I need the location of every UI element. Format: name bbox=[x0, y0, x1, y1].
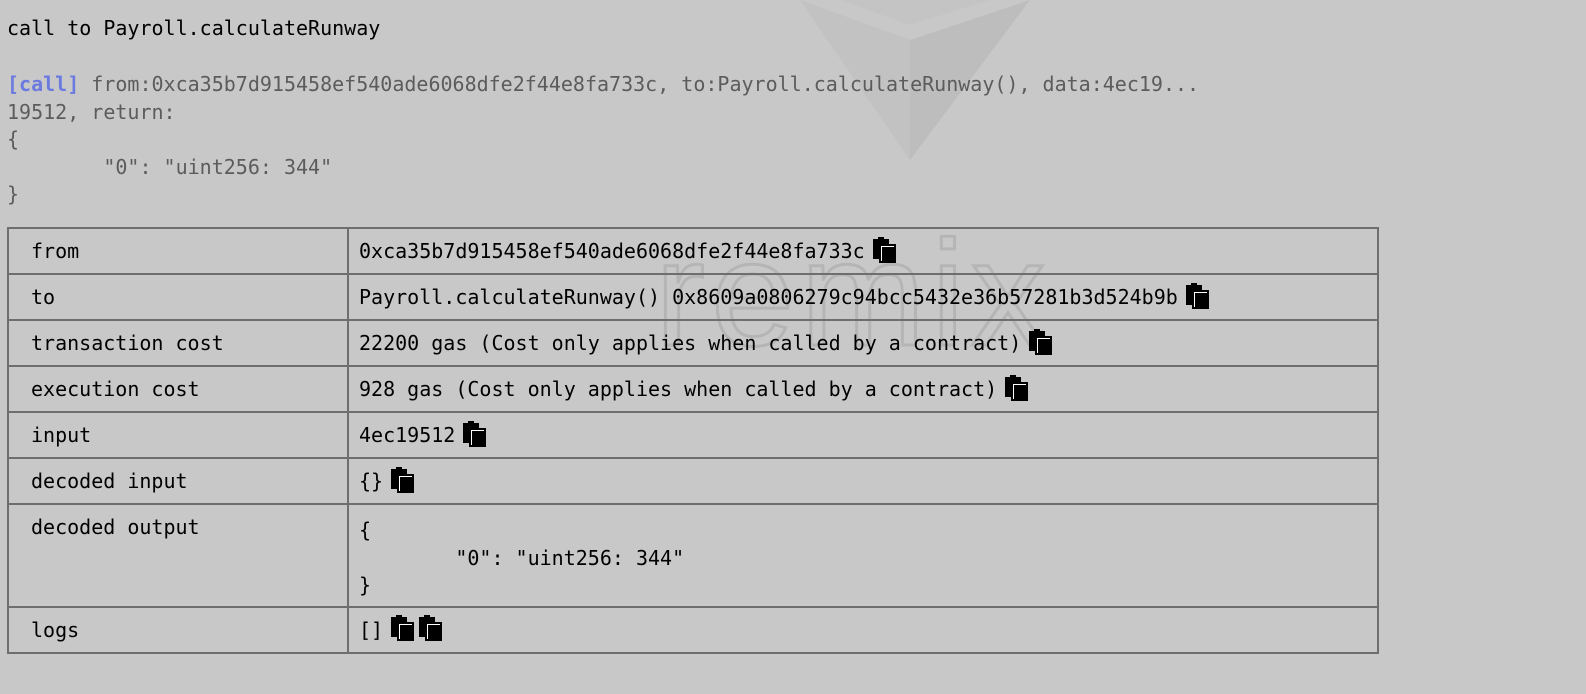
table-row: input 4ec19512 bbox=[7, 411, 1379, 459]
row-key-execution-cost: execution cost bbox=[7, 365, 349, 413]
transaction-cost-value: 22200 gas (Cost only applies when called… bbox=[359, 331, 1022, 355]
call-log-line3: { bbox=[7, 127, 20, 151]
row-value-decoded-output: { "0": "uint256: 344" } bbox=[347, 503, 1379, 608]
row-key-decoded-input: decoded input bbox=[7, 457, 349, 505]
clipboard-copy-icon[interactable] bbox=[1003, 374, 1029, 401]
table-row: to Payroll.calculateRunway() 0x8609a0806… bbox=[7, 273, 1379, 321]
row-key-from: from bbox=[7, 227, 349, 275]
clipboard-copy-icon[interactable] bbox=[389, 466, 415, 493]
clipboard-copy-icon[interactable] bbox=[871, 236, 897, 263]
clipboard-copy-icon[interactable] bbox=[389, 615, 415, 641]
transaction-details-table: from 0xca35b7d915458ef540ade6068dfe2f44e… bbox=[7, 227, 1379, 654]
row-value-input: 4ec19512 bbox=[347, 411, 1379, 459]
row-value-from: 0xca35b7d915458ef540ade6068dfe2f44e8fa73… bbox=[347, 227, 1379, 275]
row-key-decoded-output: decoded output bbox=[7, 503, 349, 608]
clipboard-copy-icon[interactable] bbox=[417, 615, 443, 641]
clipboard-copy-icon[interactable] bbox=[1184, 282, 1210, 309]
call-tag: [call] bbox=[7, 72, 80, 96]
row-value-logs: [] bbox=[347, 605, 1379, 654]
to-value: Payroll.calculateRunway() 0x8609a0806279… bbox=[359, 285, 1178, 309]
call-log-line1: from:0xca35b7d915458ef540ade6068dfe2f44e… bbox=[79, 72, 1200, 96]
row-value-decoded-input: {} bbox=[347, 457, 1379, 505]
call-log-line4: "0": "uint256: 344" bbox=[7, 154, 333, 179]
row-value-execution-cost: 928 gas (Cost only applies when called b… bbox=[347, 365, 1379, 413]
call-log-line2: 19512, return: bbox=[7, 99, 176, 124]
from-value: 0xca35b7d915458ef540ade6068dfe2f44e8fa73… bbox=[359, 239, 865, 263]
logs-value: [] bbox=[359, 617, 384, 642]
clipboard-copy-icon[interactable] bbox=[461, 420, 487, 447]
table-row: execution cost 928 gas (Cost only applie… bbox=[7, 365, 1379, 413]
table-row: decoded output { "0": "uint256: 344" } bbox=[7, 503, 1379, 608]
row-key-logs: logs bbox=[7, 605, 349, 654]
execution-cost-value: 928 gas (Cost only applies when called b… bbox=[359, 377, 998, 401]
input-value: 4ec19512 bbox=[359, 423, 456, 447]
row-key-input: input bbox=[7, 411, 349, 459]
table-row: logs [] bbox=[7, 605, 1379, 654]
row-value-transaction-cost: 22200 gas (Cost only applies when called… bbox=[347, 319, 1379, 367]
call-log: [call] from:0xca35b7d915458ef540ade6068d… bbox=[7, 71, 1199, 209]
row-value-to: Payroll.calculateRunway() 0x8609a0806279… bbox=[347, 273, 1379, 321]
row-key-transaction-cost: transaction cost bbox=[7, 319, 349, 367]
call-log-line5: } bbox=[7, 182, 20, 206]
table-row: from 0xca35b7d915458ef540ade6068dfe2f44e… bbox=[7, 227, 1379, 275]
decoded-input-value: {} bbox=[359, 469, 384, 493]
call-title: call to Payroll.calculateRunway bbox=[7, 16, 381, 40]
clipboard-copy-icon[interactable] bbox=[1027, 328, 1053, 355]
row-key-to: to bbox=[7, 273, 349, 321]
table-row: decoded input {} bbox=[7, 457, 1379, 505]
table-row: transaction cost 22200 gas (Cost only ap… bbox=[7, 319, 1379, 367]
